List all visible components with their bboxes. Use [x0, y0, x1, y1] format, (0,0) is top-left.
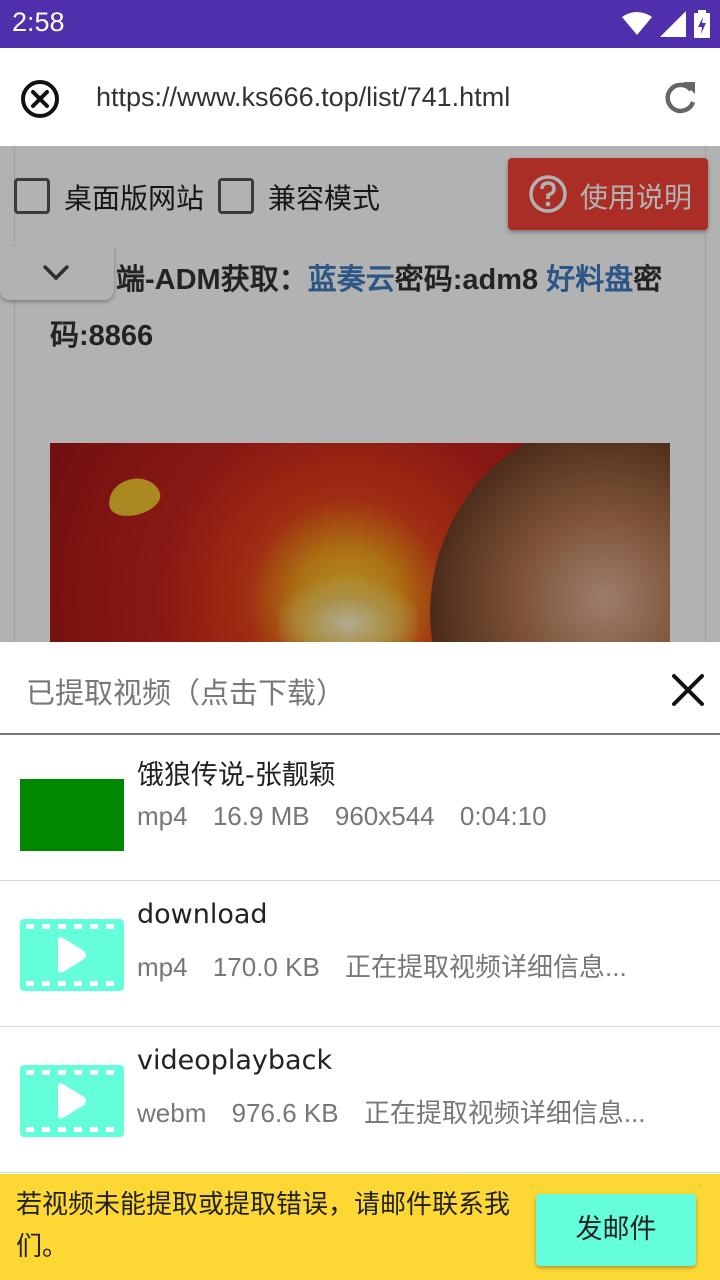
footer-message: 若视频未能提取或提取错误，请邮件联系我们。 — [16, 1190, 511, 1262]
green-thumbnail — [20, 779, 124, 851]
video-duration: 0:04:10 — [459, 801, 547, 831]
url-text[interactable]: https://www.ks666.top/list/741.html — [96, 82, 510, 113]
close-icon[interactable] — [670, 672, 706, 708]
dim-overlay[interactable] — [0, 146, 720, 642]
video-list-item[interactable]: videoplayback webm 976.6 KB 正在提取视频详细信息..… — [0, 1027, 720, 1173]
video-film-icon — [20, 1065, 124, 1137]
wifi-icon — [622, 12, 652, 35]
status-icons — [622, 10, 710, 38]
video-name: videoplayback — [137, 1045, 333, 1076]
video-size: 170.0 KB — [212, 952, 320, 982]
video-meta: mp4 170.0 KB 正在提取视频详细信息... — [137, 947, 645, 984]
video-format: webm — [137, 1098, 207, 1128]
video-size: 976.6 KB — [231, 1098, 339, 1128]
send-email-button[interactable]: 发邮件 — [536, 1194, 696, 1266]
signal-icon — [660, 11, 686, 37]
video-status: 正在提取视频详细信息... — [345, 952, 627, 982]
video-resolution: 960x544 — [334, 801, 435, 831]
battery-icon — [694, 10, 710, 38]
video-format: mp4 — [137, 801, 188, 831]
sheet-header: 已提取视频（点击下载） — [0, 642, 720, 735]
url-bar: https://www.ks666.top/list/741.html — [0, 48, 720, 146]
video-list-item[interactable]: download mp4 170.0 KB 正在提取视频详细信息... — [0, 881, 720, 1027]
video-list-item[interactable]: 饿狼传说-张靓颖 mp4 16.9 MB 960x544 0:04:10 — [0, 735, 720, 881]
close-circle-icon[interactable] — [20, 79, 60, 119]
status-bar: 2:58 — [0, 0, 720, 48]
video-name: download — [137, 899, 268, 930]
video-status: 正在提取视频详细信息... — [363, 1098, 646, 1128]
reload-icon[interactable] — [660, 78, 700, 118]
sheet-title: 已提取视频（点击下载） — [26, 676, 346, 710]
video-format: mp4 — [137, 952, 188, 982]
video-meta: mp4 16.9 MB 960x544 0:04:10 — [137, 801, 565, 832]
video-size: 16.9 MB — [212, 801, 310, 831]
status-time: 2:58 — [12, 7, 65, 37]
video-film-icon — [20, 919, 124, 991]
extracted-videos-sheet: 已提取视频（点击下载） 饿狼传说-张靓颖 mp4 16.9 MB 960x544… — [0, 642, 720, 1174]
video-name: 饿狼传说-张靓颖 — [137, 760, 336, 791]
video-meta: webm 976.6 KB 正在提取视频详细信息... — [137, 1093, 663, 1130]
contact-footer: 若视频未能提取或提取错误，请邮件联系我们。 发邮件 — [0, 1174, 720, 1280]
